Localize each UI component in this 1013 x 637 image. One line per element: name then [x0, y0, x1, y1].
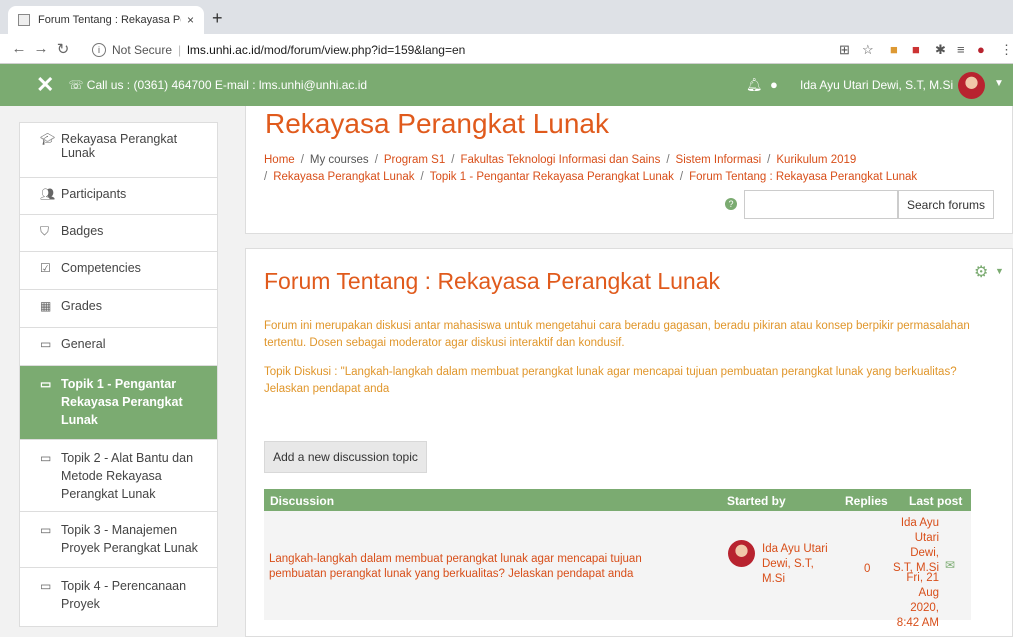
sidebar-item-topik-1[interactable]: ▭ Topik 1 - Pengantar Rekayasa Perangkat… — [20, 366, 217, 440]
avatar — [728, 540, 755, 567]
column-replies: Replies — [845, 494, 888, 508]
sidebar-item-label: Topik 4 - Perencanaan Proyek — [61, 579, 187, 611]
user-name[interactable]: Ida Ayu Utari Dewi, S.T, M.Si — [800, 78, 953, 92]
new-tab-icon[interactable]: + — [212, 8, 223, 29]
column-last-post: Last post — [909, 494, 963, 508]
user-menu-caret-icon[interactable]: ▼ — [994, 78, 1004, 89]
forum-topic: Topik Diskusi : "Langkah-langkah dalam m… — [264, 366, 957, 395]
messages-icon[interactable]: ● — [770, 77, 778, 92]
help-icon[interactable]: ? — [725, 198, 737, 210]
breadcrumb-forum[interactable]: Forum Tentang : Rekayasa Perangkat Lunak — [689, 171, 917, 183]
close-drawer-icon[interactable]: ✕ — [36, 72, 54, 98]
breadcrumb-home[interactable]: Home — [264, 154, 295, 166]
sidebar-item-label: Competencies — [61, 261, 141, 275]
security-label: Not Secure — [112, 42, 173, 57]
favicon-icon — [18, 14, 30, 26]
breadcrumb-topik[interactable]: Topik 1 - Pengantar Rekayasa Perangkat L… — [430, 171, 674, 183]
gear-icon[interactable]: ⚙ — [974, 262, 988, 282]
forward-icon[interactable]: → — [30, 40, 52, 57]
discussion-link[interactable]: Langkah-langkah dalam membuat perangkat … — [269, 552, 689, 582]
breadcrumb-fakultas[interactable]: Fakultas Teknologi Informasi dan Sains — [460, 154, 660, 166]
reload-icon[interactable]: ↻ — [52, 40, 74, 58]
sidebar-item-badges[interactable]: ⛉ Badges — [20, 215, 217, 252]
sidebar-item-label: Participants — [61, 187, 127, 201]
course-sidebar: 🎓︎ Rekayasa Perangkat Lunak 👥︎ Participa… — [19, 122, 218, 627]
notification-bell-icon[interactable]: 🔔︎ — [746, 77, 763, 93]
url-domain: lms.unhi.ac.id — [187, 42, 261, 57]
sidebar-item-label: Topik 2 - Alat Bantu dan Metode Rekayasa… — [61, 451, 194, 501]
users-icon: 👥︎ — [40, 187, 56, 201]
reading-list-icon[interactable]: ≡ — [957, 42, 965, 57]
url-divider: | — [178, 42, 182, 57]
url-path: /mod/forum/view.php?id=159&lang=en — [260, 42, 466, 57]
address-bar: ← → ↻ i Not Secure | lms.unhi.ac.id/mod/… — [0, 34, 1013, 64]
search-forums-input[interactable] — [744, 190, 898, 219]
sidebar-item-label: Badges — [61, 224, 104, 238]
contact-info: ☏ Call us : (0361) 464700 E-mail : lms.u… — [68, 78, 368, 92]
sidebar-item-label: Rekayasa Perangkat Lunak — [61, 132, 178, 160]
page-title: Rekayasa Perangkat Lunak — [265, 108, 609, 139]
sidebar-item-general[interactable]: ▭ General — [20, 328, 217, 366]
browser-tab-bar: Forum Tentang : Rekayasa Pera × + — [0, 0, 1013, 34]
discussion-table-header: Discussion Started by Replies Last post — [264, 489, 971, 511]
breadcrumb-my-courses: My courses — [309, 154, 369, 166]
search-forums-button[interactable]: Search forums — [898, 190, 994, 219]
extension-pdf-icon[interactable]: ■ — [912, 42, 920, 57]
tab-title: Forum Tentang : Rekayasa Pera — [38, 14, 181, 26]
browser-menu-icon[interactable]: ⋮ — [1000, 42, 1013, 58]
sidebar-item-label: Topik 1 - Pengantar Rekayasa Perangkat L… — [61, 377, 183, 427]
back-icon[interactable]: ← — [8, 40, 30, 57]
last-post-date[interactable]: Fri, 21 Aug 2020, 8:42 AM — [893, 571, 939, 631]
extension-icon[interactable]: ■ — [890, 42, 898, 57]
sidebar-item-label: Topik 3 - Manajemen Proyek Perangkat Lun… — [61, 523, 198, 555]
checkbox-icon: ☑ — [40, 261, 51, 275]
breadcrumb-course[interactable]: Rekayasa Perangkat Lunak — [273, 171, 414, 183]
user-avatar[interactable] — [958, 72, 985, 99]
translate-icon[interactable]: ⊞ — [839, 42, 850, 58]
sidebar-item-course[interactable]: 🎓︎ Rekayasa Perangkat Lunak — [20, 123, 217, 178]
column-started-by: Started by — [727, 494, 786, 508]
add-discussion-button[interactable]: Add a new discussion topic — [264, 441, 427, 473]
folder-icon: ▭ — [40, 377, 52, 391]
url-field[interactable]: i Not Secure | lms.unhi.ac.id/mod/forum/… — [92, 39, 962, 60]
sidebar-item-label: General — [61, 337, 106, 351]
folder-icon: ▭ — [40, 523, 52, 537]
replies-count[interactable]: 0 — [864, 562, 870, 577]
sidebar-item-competencies[interactable]: ☑ Competencies — [20, 252, 217, 290]
sidebar-item-topik-4[interactable]: ▭ Topik 4 - Perencanaan Proyek — [20, 568, 217, 626]
shield-icon: ⛉ — [40, 224, 50, 238]
contact-text: Call us : (0361) 464700 E-mail : lms.unh… — [86, 78, 368, 92]
folder-icon: ▭ — [40, 451, 52, 465]
folder-icon: ▭ — [40, 337, 52, 351]
profile-avatar-icon[interactable]: ● — [977, 42, 985, 57]
extensions-puzzle-icon[interactable]: ✱ — [935, 42, 946, 58]
bookmark-star-icon[interactable]: ☆ — [862, 42, 874, 58]
breadcrumb-sistem-informasi[interactable]: Sistem Informasi — [676, 154, 762, 166]
last-post-user[interactable]: Ida Ayu Utari Dewi, S.T, M.Si — [893, 516, 939, 576]
forum-description: Forum ini merupakan diskusi antar mahasi… — [264, 320, 970, 349]
graduation-cap-icon: 🎓︎ — [40, 132, 56, 146]
sidebar-item-participants[interactable]: 👥︎ Participants — [20, 178, 217, 215]
sidebar-item-topik-2[interactable]: ▭ Topik 2 - Alat Bantu dan Metode Rekaya… — [20, 440, 217, 512]
info-icon[interactable]: i — [92, 42, 106, 57]
chevron-down-icon[interactable]: ▼ — [995, 266, 1004, 276]
browser-tab[interactable]: Forum Tentang : Rekayasa Pera × — [8, 6, 204, 34]
started-by-user[interactable]: Ida Ayu Utari Dewi, S.T, M.Si — [762, 542, 836, 587]
site-navbar: ✕ ☏ Call us : (0361) 464700 E-mail : lms… — [0, 64, 1013, 106]
breadcrumb-program[interactable]: Program S1 — [384, 154, 445, 166]
subscribe-mail-icon[interactable]: ✉ — [945, 558, 955, 572]
folder-icon: ▭ — [40, 579, 52, 593]
sidebar-item-topik-3[interactable]: ▭ Topik 3 - Manajemen Proyek Perangkat L… — [20, 512, 217, 568]
tab-close-icon[interactable]: × — [187, 13, 194, 27]
sidebar-item-grades[interactable]: ▦ Grades — [20, 290, 217, 328]
forum-title: Forum Tentang : Rekayasa Perangkat Lunak — [264, 268, 721, 294]
breadcrumb-kurikulum[interactable]: Kurikulum 2019 — [776, 154, 856, 166]
column-discussion: Discussion — [270, 494, 335, 508]
table-icon: ▦ — [40, 299, 52, 313]
sidebar-item-label: Grades — [61, 299, 102, 313]
breadcrumb: Home / My courses / Program S1/Fakultas Tekn… — [264, 154, 918, 183]
